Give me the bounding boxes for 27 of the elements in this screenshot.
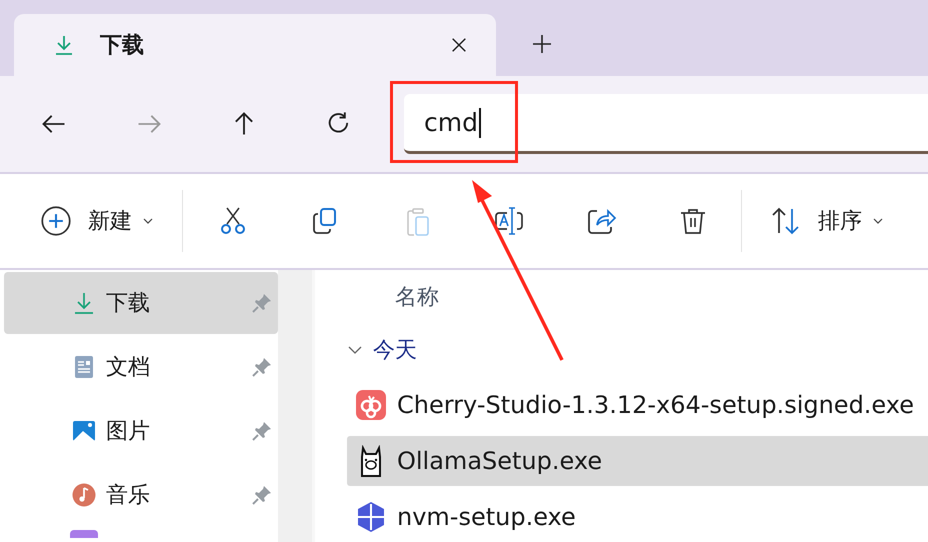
music-note-icon — [72, 483, 96, 507]
file-row[interactable]: nvm-setup.exe — [347, 492, 928, 542]
plus-circle-icon — [40, 205, 72, 237]
pin-icon[interactable] — [252, 357, 272, 377]
download-icon — [72, 291, 96, 315]
file-row[interactable]: Cherry-Studio-1.3.12-x64-setup.signed.exe — [347, 380, 928, 430]
sidebar-item[interactable]: 文档 — [4, 336, 278, 398]
pin-icon[interactable] — [252, 421, 272, 441]
group-header[interactable]: 今天 — [347, 326, 928, 374]
sidebar-item[interactable]: 下载 — [4, 272, 278, 334]
scrollbar-track[interactable] — [278, 270, 315, 542]
cube-icon — [355, 501, 387, 533]
rename-icon[interactable] — [493, 205, 525, 237]
close-icon[interactable] — [450, 36, 468, 54]
document-icon — [72, 355, 96, 379]
file-row[interactable]: OllamaSetup.exe — [347, 436, 928, 486]
address-field[interactable]: cmd — [404, 94, 928, 154]
column-header[interactable]: 名称 — [347, 270, 928, 326]
picture-icon — [72, 419, 96, 443]
new-button[interactable]: 新建 — [34, 199, 160, 243]
sort-button[interactable]: 排序 — [764, 199, 890, 243]
window-tab[interactable]: 下载 — [14, 14, 496, 76]
sidebar-item[interactable]: 音乐 — [4, 464, 278, 526]
pin-icon[interactable] — [252, 485, 272, 505]
sidebar-item[interactable]: 图片 — [4, 400, 278, 462]
new-tab-icon[interactable] — [532, 34, 552, 54]
cherry-app-icon — [355, 389, 387, 421]
